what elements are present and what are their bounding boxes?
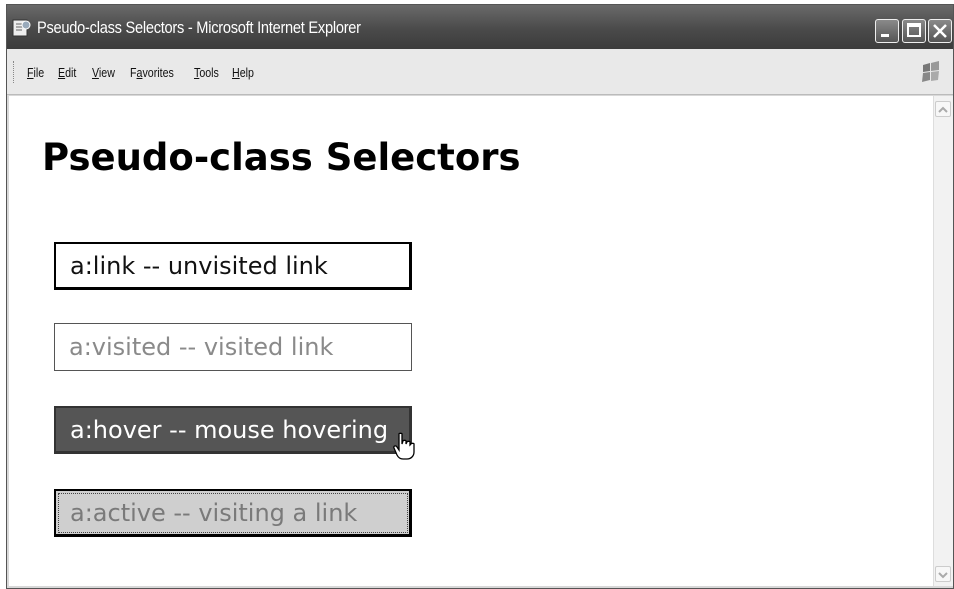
page-content: Pseudo-class Selectors a:link -- unvisit… [9,96,933,586]
page-heading: Pseudo-class Selectors [42,136,521,179]
browser-window: Pseudo-class Selectors - Microsoft Inter… [6,4,954,589]
menu-tools[interactable]: Tools [194,65,219,80]
scroll-down-button[interactable] [935,566,951,582]
minimize-button[interactable] [875,19,899,43]
chevron-down-icon [938,572,948,579]
windows-flag-icon [922,61,939,82]
close-button[interactable] [928,19,952,43]
minimize-icon [881,34,889,37]
menu-bar: File Edit View Favorites Tools Help [7,49,953,95]
link-unvisited[interactable]: a:link -- unvisited link [54,242,412,290]
menu-help[interactable]: Help [232,65,254,80]
menu-favorites[interactable]: Favorites [130,65,174,80]
vertical-scrollbar[interactable] [933,96,953,586]
chevron-up-icon [938,106,948,113]
maximize-button[interactable] [902,19,926,43]
menu-view[interactable]: View [92,65,115,80]
link-active[interactable]: a:active -- visiting a link [54,489,412,537]
link-visited[interactable]: a:visited -- visited link [54,323,412,371]
hand-pointer-icon [393,432,415,460]
scroll-up-button[interactable] [935,101,951,117]
menu-file[interactable]: File [27,65,44,80]
menu-edit[interactable]: Edit [58,65,76,80]
toolbar-grip[interactable] [13,61,17,83]
maximize-icon [907,23,921,37]
close-icon [933,24,947,38]
ie-page-icon [12,19,31,37]
link-hover[interactable]: a:hover -- mouse hovering [54,406,412,454]
window-title: Pseudo-class Selectors - Microsoft Inter… [37,18,361,37]
title-bar[interactable]: Pseudo-class Selectors - Microsoft Inter… [7,5,953,49]
